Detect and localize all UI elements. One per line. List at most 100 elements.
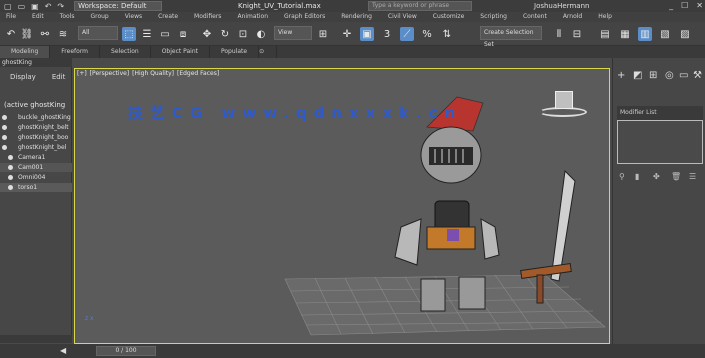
main-toolbar: ↶ ⛓ ⚯ ≋ All ⬚ ☰ ▭ ⧈ ✥ ↻ ⊡ ◐ View ⊞ ✛ ▣ 3… [0,22,705,48]
configure-sets-icon[interactable]: ☰ [689,172,696,181]
bind-space-warp-icon[interactable]: ≋ [56,27,70,41]
save-icon[interactable]: ▣ [31,2,39,11]
item-label: torso1 [18,184,38,191]
display-icon[interactable]: ▭ [679,70,688,81]
tab-freeform[interactable]: Freeform [50,46,101,58]
curve-editor-icon[interactable]: ▧ [658,27,672,41]
time-slider[interactable]: 0 / 100 [96,346,156,356]
rotate-icon[interactable]: ↻ [218,27,232,41]
menu-graph-editors[interactable]: Graph Editors [284,12,325,22]
visibility-icon[interactable] [2,135,7,140]
quick-access-toolbar: ▢ ▭ ▣ ↶ ↷ [0,2,64,11]
workspace-dropdown[interactable]: Workspace: Default [74,1,163,11]
menu-animation[interactable]: Animation [237,12,268,22]
list-item[interactable]: ghostKnight_boo [0,133,72,142]
create-tab[interactable]: + [617,70,625,81]
angle-snap-icon[interactable]: ⟋ [400,27,414,41]
tab-display[interactable]: Display [10,73,36,81]
list-item[interactable]: Omni004 [0,173,72,182]
scale-icon[interactable]: ⊡ [236,27,250,41]
menu-tools[interactable]: Tools [60,12,75,22]
hierarchy-icon[interactable]: ⊞ [649,70,657,81]
menu-content[interactable]: Content [523,12,547,22]
menu-file[interactable]: File [6,12,16,22]
move-icon[interactable]: ✥ [200,27,214,41]
visibility-icon[interactable] [2,145,7,150]
visibility-icon[interactable] [8,155,13,160]
tab-modeling[interactable]: Modeling [0,46,51,58]
menu-scripting[interactable]: Scripting [480,12,507,22]
list-item[interactable]: Cam001 [0,163,72,172]
list-item[interactable]: torso1 [0,183,72,192]
list-item[interactable]: Camera1 [0,153,72,162]
visibility-icon[interactable] [8,165,13,170]
mirror-icon[interactable]: ⫴ [552,27,566,41]
visibility-icon[interactable] [2,125,7,130]
tab-selection[interactable]: Selection [100,46,151,58]
maximize-button[interactable]: ☐ [681,0,688,12]
remove-modifier-icon[interactable]: 🗑 [671,172,681,181]
select-by-name-icon[interactable]: ☰ [140,27,154,41]
menu-modifiers[interactable]: Modifiers [194,12,221,22]
snaps-toggle-icon[interactable]: 3 [380,27,394,41]
menu-group[interactable]: Group [90,12,108,22]
reference-coordinate-dropdown[interactable]: View [274,26,312,40]
prev-frame-icon[interactable]: ◀ [60,346,66,355]
visibility-icon[interactable] [8,175,13,180]
layer-explorer-icon[interactable]: ▦ [618,27,632,41]
rectangular-selection-icon[interactable]: ▭ [158,27,172,41]
utilities-icon[interactable]: ⚒ [693,70,702,81]
user-menu[interactable]: JoshuaHermann [534,0,589,12]
scene-root[interactable]: (active ghostKing [4,101,65,109]
tab-edit[interactable]: Edit [52,73,66,81]
menu-help[interactable]: Help [598,12,612,22]
menu-arnold[interactable]: Arnold [563,12,582,22]
select-manipulate-icon[interactable]: ✛ [340,27,354,41]
visibility-icon[interactable] [8,185,13,190]
scene-explorer-toggle-icon[interactable]: ▤ [598,27,612,41]
minimize-button[interactable]: _ [669,0,673,12]
keyboard-shortcut-override-icon[interactable]: ▣ [360,27,374,41]
item-label: Camera1 [18,154,46,161]
menu-civil-view[interactable]: Civil View [388,12,417,22]
menu-customize[interactable]: Customize [433,12,465,22]
percent-snap-icon[interactable]: % [420,27,434,41]
open-icon[interactable]: ▭ [18,2,26,11]
visibility-icon[interactable] [2,115,7,120]
material-editor-icon[interactable]: ▨ [678,27,692,41]
undo-icon[interactable]: ↶ [45,2,52,11]
spinner-snap-icon[interactable]: ⇅ [440,27,454,41]
redo-icon[interactable]: ↷ [57,2,64,11]
make-unique-icon[interactable]: ✤ [653,172,660,181]
menu-create[interactable]: Create [158,12,178,22]
select-object-icon[interactable]: ⬚ [122,27,136,41]
menu-rendering[interactable]: Rendering [341,12,372,22]
pivot-center-icon[interactable]: ⊞ [316,27,330,41]
modifier-stack[interactable] [617,120,703,164]
close-button[interactable]: ✕ [696,0,703,12]
window-crossing-icon[interactable]: ⧈ [176,27,190,41]
named-selection-dropdown[interactable]: Create Selection Set [480,26,542,48]
selection-filter-dropdown[interactable]: All [78,26,118,40]
link-icon[interactable]: ⛓ [20,27,34,41]
list-item[interactable]: ghostKnight_belt [0,123,72,132]
place-icon[interactable]: ◐ [254,27,268,41]
tab-populate[interactable]: Populate [210,46,260,58]
ribbon-toggle-icon[interactable]: ▥ [638,27,652,41]
pin-stack-icon[interactable]: ⚲ [619,172,625,181]
menu-views[interactable]: Views [125,12,142,22]
menu-edit[interactable]: Edit [32,12,44,22]
new-icon[interactable]: ▢ [4,2,12,11]
modifier-list-dropdown[interactable]: Modifier List [617,106,703,120]
modify-icon[interactable]: ◩ [633,70,642,81]
ribbon-options-icon[interactable]: ⊙ [259,46,278,58]
list-item[interactable]: buckle_ghostKing [0,113,72,122]
undo-icon[interactable]: ↶ [4,27,18,41]
search-input[interactable]: Type a keyword or phrase [368,1,472,11]
list-item[interactable]: ghostKnight_bel [0,143,72,152]
align-icon[interactable]: ⊟ [570,27,584,41]
motion-icon[interactable]: ◎ [665,70,674,81]
tab-object-paint[interactable]: Object Paint [151,46,210,58]
show-end-result-icon[interactable]: ▮ [635,172,639,181]
unlink-icon[interactable]: ⚯ [38,27,52,41]
